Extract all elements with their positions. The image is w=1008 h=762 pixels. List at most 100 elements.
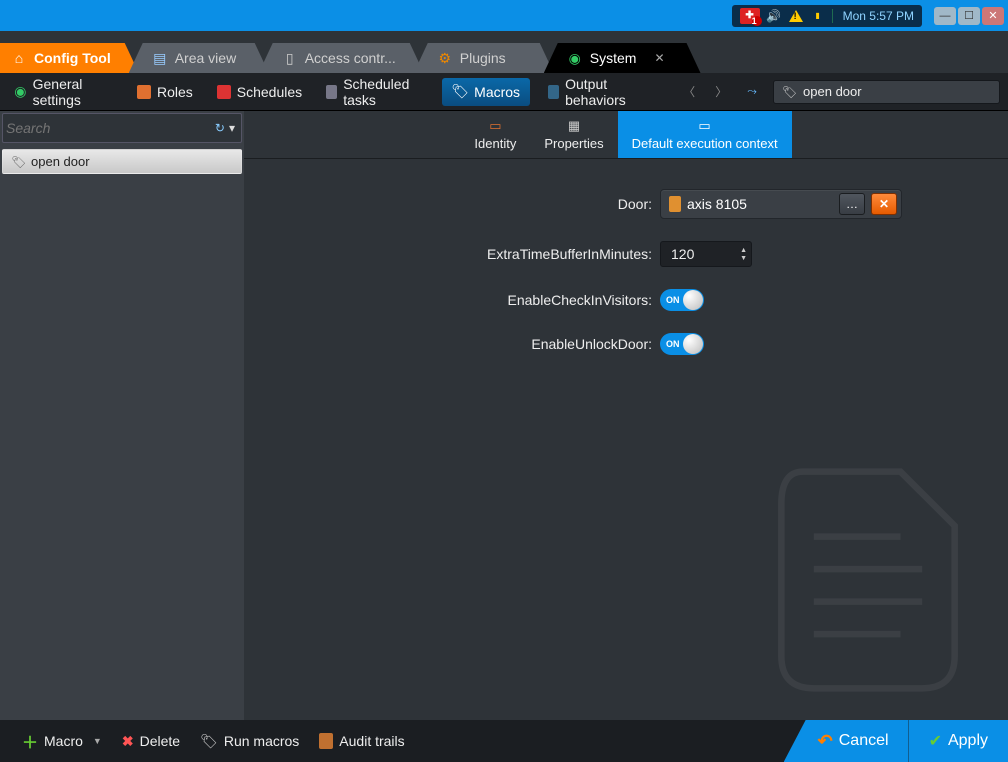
tab-config-tool[interactable]: ⌂ Config Tool	[0, 43, 139, 73]
breadcrumb-text: open door	[803, 84, 862, 99]
add-macro-button[interactable]: ＋ Macro ▼	[12, 729, 112, 753]
nav-label: Scheduled tasks	[343, 76, 424, 108]
toggle-text: ON	[666, 339, 680, 349]
plus-icon: ＋	[22, 729, 38, 753]
delete-button[interactable]: ✖ Delete	[112, 733, 190, 750]
buffer-spinner[interactable]: 120 ▲ ▼	[660, 241, 752, 267]
tab-plugins[interactable]: ⚙ Plugins	[414, 43, 554, 73]
field-checkin: EnableCheckInVisitors: ON	[264, 289, 988, 311]
list-item-label: open door	[31, 154, 90, 169]
workspace: ↻ ▾ 🏷 open door ▭ Identity ▦ Properties …	[0, 111, 1008, 720]
spinner-up-icon[interactable]: ▲	[740, 247, 747, 254]
nav-label: Macros	[474, 84, 520, 100]
dropdown-caret-icon: ▼	[93, 736, 102, 746]
nav-label: Roles	[157, 84, 193, 100]
minimize-button[interactable]: —	[934, 7, 956, 25]
tab-label: Identity	[474, 136, 516, 151]
search-input[interactable]	[6, 120, 215, 136]
nav-forward-icon[interactable]: 〉	[711, 83, 731, 100]
tab-properties[interactable]: ▦ Properties	[530, 111, 617, 158]
button-label: Cancel	[839, 732, 889, 750]
nav-label: Output behaviors	[565, 76, 649, 108]
checkin-label: EnableCheckInVisitors:	[264, 292, 660, 308]
properties-icon: ▦	[565, 119, 583, 133]
cancel-button[interactable]: ↶ Cancel	[784, 720, 909, 762]
tag-icon: 🏷	[11, 155, 25, 169]
nav-back-icon[interactable]: 〈	[679, 83, 699, 100]
tab-access-control[interactable]: ▯ Access contr...	[259, 43, 424, 73]
tab-label: Config Tool	[34, 50, 111, 66]
sidebar-search[interactable]: ↻ ▾	[2, 113, 242, 143]
identity-icon: ▭	[486, 119, 504, 133]
nav-label: Schedules	[237, 84, 302, 100]
nav-roles[interactable]: Roles	[131, 80, 199, 104]
door-browse-button[interactable]: …	[839, 193, 865, 215]
task-icon	[326, 85, 337, 99]
maximize-button[interactable]: ☐	[958, 7, 980, 25]
door-value: axis 8105	[687, 196, 833, 212]
tab-label: Properties	[544, 136, 603, 151]
check-icon: ✔	[929, 731, 942, 751]
nav-output-behaviors[interactable]: Output behaviors	[542, 72, 655, 112]
tab-label: Area view	[175, 50, 236, 66]
watermark-icon	[758, 450, 978, 710]
tab-close-icon[interactable]: ✕	[654, 51, 664, 65]
nav-general-settings[interactable]: ◉ General settings	[8, 72, 119, 112]
tab-label: Access contr...	[305, 50, 396, 66]
filter-icon[interactable]: ▾	[229, 121, 235, 135]
undo-icon: ↶	[818, 731, 833, 752]
audit-trails-button[interactable]: Audit trails	[309, 733, 414, 749]
warning-icon[interactable]	[788, 8, 804, 24]
tag-icon: 🏷	[782, 85, 797, 99]
list-item[interactable]: 🏷 open door	[2, 149, 242, 174]
field-unlock: EnableUnlockDoor: ON	[264, 333, 988, 355]
globe-icon: ◉	[568, 51, 582, 65]
roles-icon	[137, 85, 151, 99]
button-label: Apply	[948, 732, 988, 750]
nav-refresh-icon[interactable]: ⤳	[743, 84, 761, 99]
door-label: Door:	[264, 196, 660, 212]
gear-icon: ◉	[14, 84, 27, 100]
status-icon: ▮	[810, 8, 826, 24]
context-icon: ▭	[696, 119, 714, 133]
tab-default-execution-context[interactable]: ▭ Default execution context	[618, 111, 792, 158]
tab-label: System	[590, 50, 637, 66]
tab-label: Plugins	[460, 50, 506, 66]
form: Door: axis 8105 … ✕ ExtraTimeBufferInMin…	[244, 159, 1008, 397]
clock: Mon 5:57 PM	[843, 9, 914, 23]
spinner-down-icon[interactable]: ▼	[740, 255, 747, 262]
tab-identity[interactable]: ▭ Identity	[460, 111, 530, 158]
tab-area-view[interactable]: ▤ Area view	[129, 43, 269, 73]
macro-icon: 🏷	[452, 84, 468, 100]
server-icon: ▤	[153, 51, 167, 65]
tab-label: Default execution context	[632, 136, 778, 151]
run-macros-button[interactable]: 🏷 Run macros	[190, 733, 309, 750]
calendar-icon	[217, 85, 231, 99]
breadcrumb-box[interactable]: 🏷 open door	[773, 80, 1000, 104]
checkin-toggle[interactable]: ON	[660, 289, 704, 311]
buffer-value: 120	[671, 246, 694, 262]
window-titlebar: ✚1 🔊 ▮ Mon 5:57 PM — ☐ ✕	[0, 0, 1008, 31]
close-button[interactable]: ✕	[982, 7, 1004, 25]
refresh-icon[interactable]: ↻	[215, 121, 225, 135]
apply-button[interactable]: ✔ Apply	[909, 720, 1008, 762]
section-nav: ◉ General settings Roles Schedules Sched…	[0, 73, 1008, 111]
unlock-label: EnableUnlockDoor:	[264, 336, 660, 352]
unlock-toggle[interactable]: ON	[660, 333, 704, 355]
run-icon: 🏷	[200, 733, 218, 750]
x-icon: ✖	[122, 733, 134, 750]
volume-icon[interactable]: 🔊	[766, 8, 782, 24]
door-icon	[669, 196, 681, 212]
home-icon: ⌂	[12, 51, 26, 65]
alert-icon[interactable]: ✚1	[740, 8, 760, 24]
nav-scheduled-tasks[interactable]: Scheduled tasks	[320, 72, 430, 112]
tray-divider	[832, 9, 833, 23]
nav-schedules[interactable]: Schedules	[211, 80, 308, 104]
nav-macros[interactable]: 🏷 Macros	[442, 78, 530, 106]
tab-system[interactable]: ◉ System ✕	[544, 43, 701, 73]
content-pane: ▭ Identity ▦ Properties ▭ Default execut…	[244, 111, 1008, 720]
door-clear-button[interactable]: ✕	[871, 193, 897, 215]
field-door: Door: axis 8105 … ✕	[264, 189, 988, 219]
app-tab-strip: ⌂ Config Tool ▤ Area view ▯ Access contr…	[0, 31, 1008, 73]
door-picker[interactable]: axis 8105 … ✕	[660, 189, 902, 219]
